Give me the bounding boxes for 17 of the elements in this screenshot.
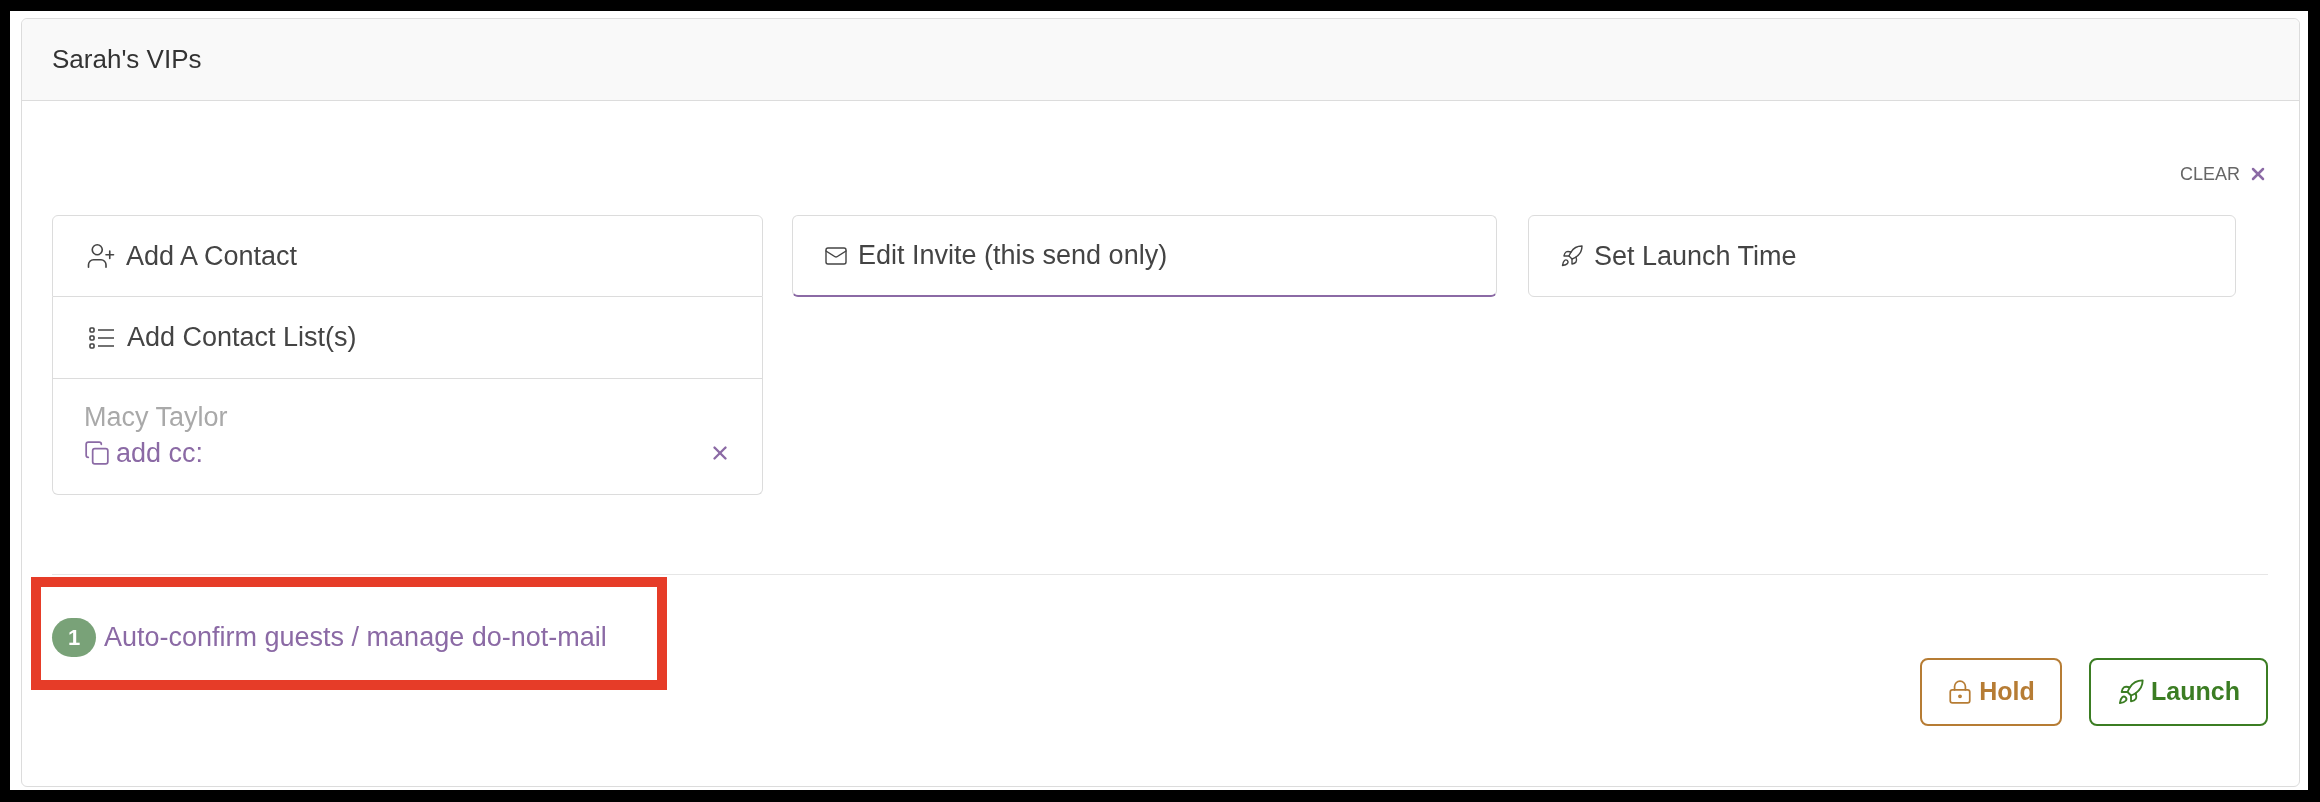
add-contact-list-button[interactable]: Add Contact List(s) bbox=[52, 297, 763, 379]
clear-button[interactable]: CLEAR bbox=[2179, 160, 2268, 188]
panel-title: Sarah's VIPs bbox=[52, 43, 202, 76]
rocket-icon bbox=[2117, 678, 2146, 706]
auto-confirm-link[interactable]: Auto-confirm guests / manage do-not-mail bbox=[104, 617, 607, 658]
lock-icon bbox=[1947, 678, 1974, 706]
launch-button[interactable]: Launch bbox=[2089, 658, 2268, 726]
count-badge: 1 bbox=[52, 618, 96, 657]
contact-name: Macy Taylor bbox=[84, 400, 228, 434]
copy-icon bbox=[84, 439, 110, 467]
add-cc-link[interactable]: add cc: bbox=[84, 432, 204, 474]
rocket-icon bbox=[1560, 244, 1584, 268]
list-icon bbox=[89, 326, 115, 349]
step-button[interactable]: Set Launch Time bbox=[1528, 215, 2236, 297]
step-button[interactable]: Edit Invite (this send only) bbox=[792, 215, 1497, 297]
hold-button[interactable]: Hold bbox=[1920, 658, 2062, 726]
add-contact-button[interactable]: Add A Contact bbox=[52, 215, 763, 297]
